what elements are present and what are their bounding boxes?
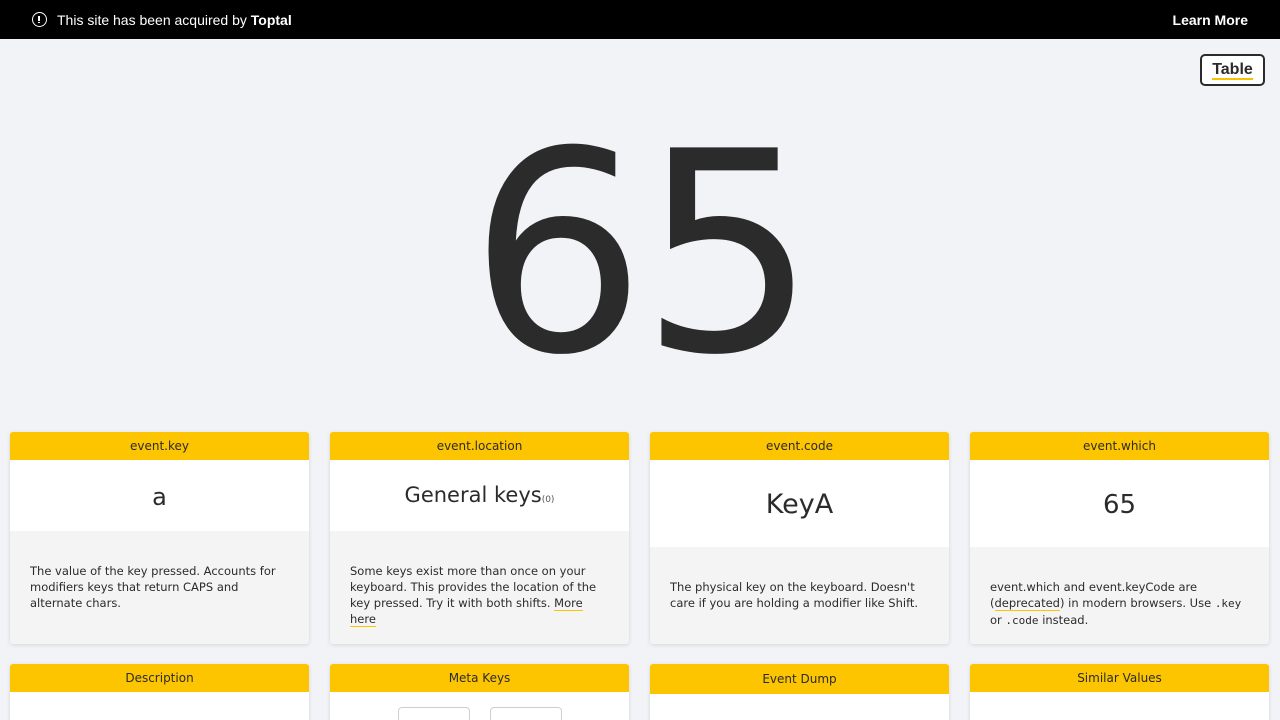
card-value <box>330 692 629 720</box>
meta-key-box <box>490 707 562 720</box>
card-description: event.which and event.keyCode are (depre… <box>970 547 1269 629</box>
location-sub: (0) <box>541 495 555 505</box>
code-code: .code <box>1005 614 1039 627</box>
which-desc-part: or <box>990 613 1002 627</box>
card-event-dump: Event Dump <box>650 664 949 720</box>
card-event-which: event.which 65 event.which and event.key… <box>970 432 1269 644</box>
meta-key-box <box>398 707 470 720</box>
card-title: Description <box>10 664 309 692</box>
card-title: event.key <box>10 432 309 460</box>
table-button-label: Table <box>1212 60 1253 80</box>
card-title: event.code <box>650 432 949 460</box>
card-title: Similar Values <box>970 664 1269 692</box>
location-value: General keys <box>404 483 542 507</box>
learn-more-link[interactable]: Learn More <box>1173 12 1248 28</box>
card-value <box>650 694 949 720</box>
card-value: 65 <box>970 460 1269 547</box>
which-desc-part: ) in modern browsers. Use <box>1059 596 1212 610</box>
card-value <box>970 692 1269 720</box>
card-value <box>10 692 309 720</box>
card-value: a <box>10 460 309 531</box>
card-title: event.which <box>970 432 1269 460</box>
info-icon <box>32 12 47 27</box>
card-value: KeyA <box>650 460 949 547</box>
card-title: event.location <box>330 432 629 460</box>
card-description: Description <box>10 664 309 720</box>
card-event-code: event.code KeyA The physical key on the … <box>650 432 949 644</box>
card-event-location: event.location General keys(0) Some keys… <box>330 432 629 644</box>
banner-text: This site has been acquired by <box>57 12 247 28</box>
code-key: .key <box>1214 597 1242 610</box>
deprecated-link[interactable]: deprecated <box>994 596 1060 611</box>
which-desc-part: instead. <box>1042 613 1089 627</box>
card-title: Event Dump <box>650 664 949 694</box>
card-description: Some keys exist more than once on your k… <box>330 531 629 627</box>
card-description: The value of the key pressed. Accounts f… <box>30 564 276 610</box>
card-value: General keys(0) <box>330 460 629 531</box>
key-code-display: 65 <box>469 92 817 416</box>
card-meta-keys: Meta Keys <box>330 664 629 720</box>
card-title: Meta Keys <box>330 664 629 692</box>
card-description: The physical key on the keyboard. Doesn'… <box>670 580 919 610</box>
acquisition-banner: This site has been acquired by Toptal Le… <box>0 0 1280 39</box>
card-similar-values: Similar Values <box>970 664 1269 720</box>
card-event-key: event.key a The value of the key pressed… <box>10 432 309 644</box>
table-button[interactable]: Table <box>1200 54 1265 86</box>
banner-message: This site has been acquired by Toptal <box>57 12 292 28</box>
banner-brand: Toptal <box>250 12 292 28</box>
